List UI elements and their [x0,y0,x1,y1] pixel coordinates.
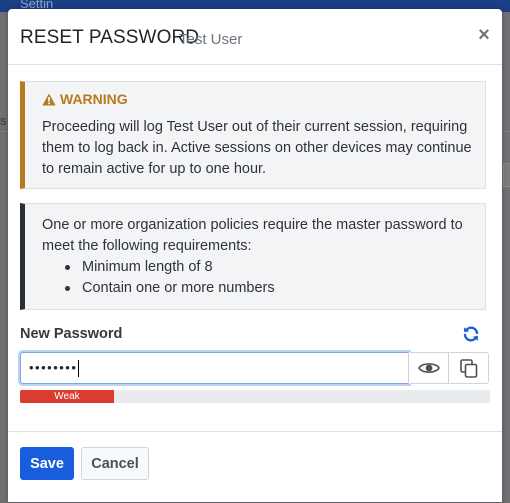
cancel-button[interactable]: Cancel [81,447,149,480]
policy-intro: One or more organization policies requir… [42,217,463,254]
policy-callout: One or more organization policies requir… [20,203,486,310]
password-strength-meter: Weak [20,390,490,403]
policy-requirement: Contain one or more numbers [65,278,472,299]
warning-callout: WARNING Proceeding will log Test User ou… [20,81,486,189]
reset-password-dialog: RESET PASSWORD Test User × WARNING Proce… [8,9,502,502]
modal-subtitle: Test User [179,31,243,48]
modal-title: RESET PASSWORD [20,27,200,48]
background-left-text: s [0,113,7,128]
background-input [503,163,510,187]
new-password-label: New Password [20,326,123,342]
eye-icon [417,363,440,373]
background-right-strip [502,12,510,502]
warning-title: WARNING [42,91,128,107]
new-password-input[interactable]: •••••••• [20,352,409,384]
warning-body: Proceeding will log Test User out of the… [42,119,472,177]
policy-requirement: Minimum length of 8 [65,257,472,278]
background-divider [502,131,510,132]
background-divider [0,131,8,132]
policy-body: One or more organization policies requir… [42,215,472,299]
modal-footer: Save Cancel [8,431,502,503]
policy-requirements-list: Minimum length of 8 Contain one or more … [42,257,472,299]
password-strength-bar: Weak [20,390,114,403]
background-left-strip [0,12,8,502]
copy-password-button[interactable] [448,352,489,384]
copy-icon [459,358,477,378]
toggle-visibility-button[interactable] [408,352,449,384]
save-button[interactable]: Save [20,447,74,480]
warning-title-text: WARNING [60,91,128,107]
close-icon[interactable]: × [476,25,492,45]
warning-triangle-icon [42,93,56,105]
password-value: •••••••• [29,360,80,378]
modal-header: RESET PASSWORD Test User × [8,9,502,65]
refresh-icon[interactable] [462,325,480,343]
